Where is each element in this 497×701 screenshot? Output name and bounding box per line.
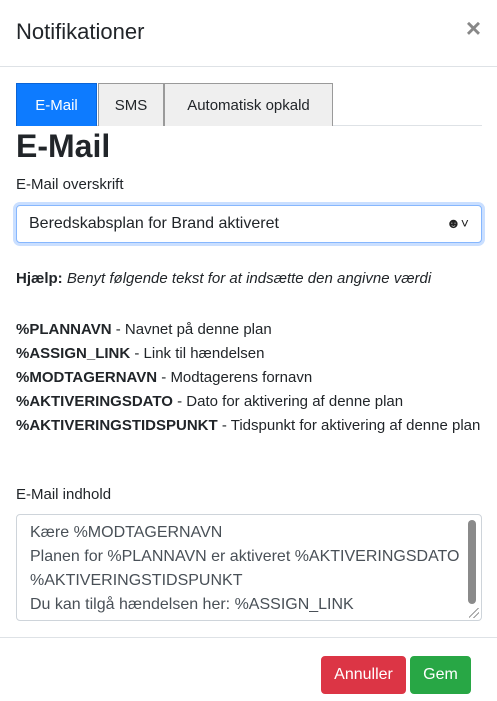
- save-button[interactable]: Gem: [410, 656, 471, 694]
- body-line: Kære %MODTAGERNAVN: [30, 524, 223, 541]
- subject-label: E-Mail overskrift: [16, 176, 124, 193]
- placeholder-desc: - Modtagerens fornavn: [157, 369, 313, 386]
- placeholder-key: %ASSIGN_LINK: [16, 345, 131, 362]
- body-textarea[interactable]: Kære %MODTAGERNAVN Planen for %PLANNAVN …: [16, 514, 482, 621]
- placeholder-item: %AKTIVERINGSDATO - Dato for aktivering a…: [16, 390, 482, 414]
- placeholder-desc: - Dato for aktivering af denne plan: [172, 393, 404, 410]
- body-line: %AKTIVERINGSTIDSPUNKT: [30, 572, 243, 589]
- scrollbar-thumb[interactable]: [468, 520, 476, 604]
- body-line: Planen for %PLANNAVN er aktiveret %AKTIV…: [30, 548, 460, 565]
- placeholder-item: %AKTIVERINGSTIDSPUNKT - Tidspunkt for ak…: [16, 414, 482, 438]
- resize-handle-icon[interactable]: [469, 608, 479, 618]
- body-line: Du kan tilgå hændelsen her: %ASSIGN_LINK: [30, 596, 354, 613]
- body-label: E-Mail indhold: [16, 486, 112, 503]
- tab-bar: E-Mail SMS Automatisk opkald: [16, 83, 482, 126]
- body-text: Kære %MODTAGERNAVN Planen for %PLANNAVN …: [30, 521, 459, 617]
- placeholder-item: %MODTAGERNAVN - Modtagerens fornavn: [16, 366, 482, 390]
- placeholder-desc: - Tidspunkt for aktivering af denne plan: [217, 417, 481, 434]
- section-heading: E-Mail: [16, 128, 111, 164]
- modal-header: Notifikationer ×: [0, 0, 497, 67]
- placeholder-item: %PLANNAVN - Navnet på denne plan: [16, 318, 482, 342]
- tab-automatic-call[interactable]: Automatisk opkald: [164, 83, 333, 126]
- help-label: Hjælp:: [16, 270, 63, 287]
- help-text: Hjælp: Benyt følgende tekst for at indsæ…: [16, 270, 431, 287]
- placeholder-desc: - Link til hændelsen: [130, 345, 265, 362]
- placeholder-item: %ASSIGN_LINK - Link til hændelsen: [16, 342, 482, 366]
- placeholder-desc: - Navnet på denne plan: [111, 321, 272, 338]
- placeholder-list: %PLANNAVN - Navnet på denne plan %ASSIGN…: [16, 318, 482, 438]
- placeholder-key: %MODTAGERNAVN: [16, 369, 158, 386]
- subject-input-value: Beredskabsplan for Brand aktiveret: [29, 215, 279, 232]
- user-circle-icon[interactable]: ☻˅: [446, 215, 469, 231]
- close-icon[interactable]: ×: [466, 15, 481, 41]
- tab-email[interactable]: E-Mail: [16, 83, 97, 126]
- placeholder-key: %AKTIVERINGSDATO: [16, 393, 173, 410]
- modal-title: Notifikationer: [16, 19, 145, 44]
- modal-footer: Annuller Gem: [0, 637, 497, 701]
- placeholder-key: %PLANNAVN: [16, 321, 112, 338]
- cancel-button[interactable]: Annuller: [321, 656, 406, 694]
- subject-input[interactable]: Beredskabsplan for Brand aktiveret ☻˅: [16, 205, 482, 243]
- tab-sms[interactable]: SMS: [98, 83, 164, 126]
- help-description: Benyt følgende tekst for at indsætte den…: [66, 270, 432, 287]
- placeholder-key: %AKTIVERINGSTIDSPUNKT: [16, 417, 218, 434]
